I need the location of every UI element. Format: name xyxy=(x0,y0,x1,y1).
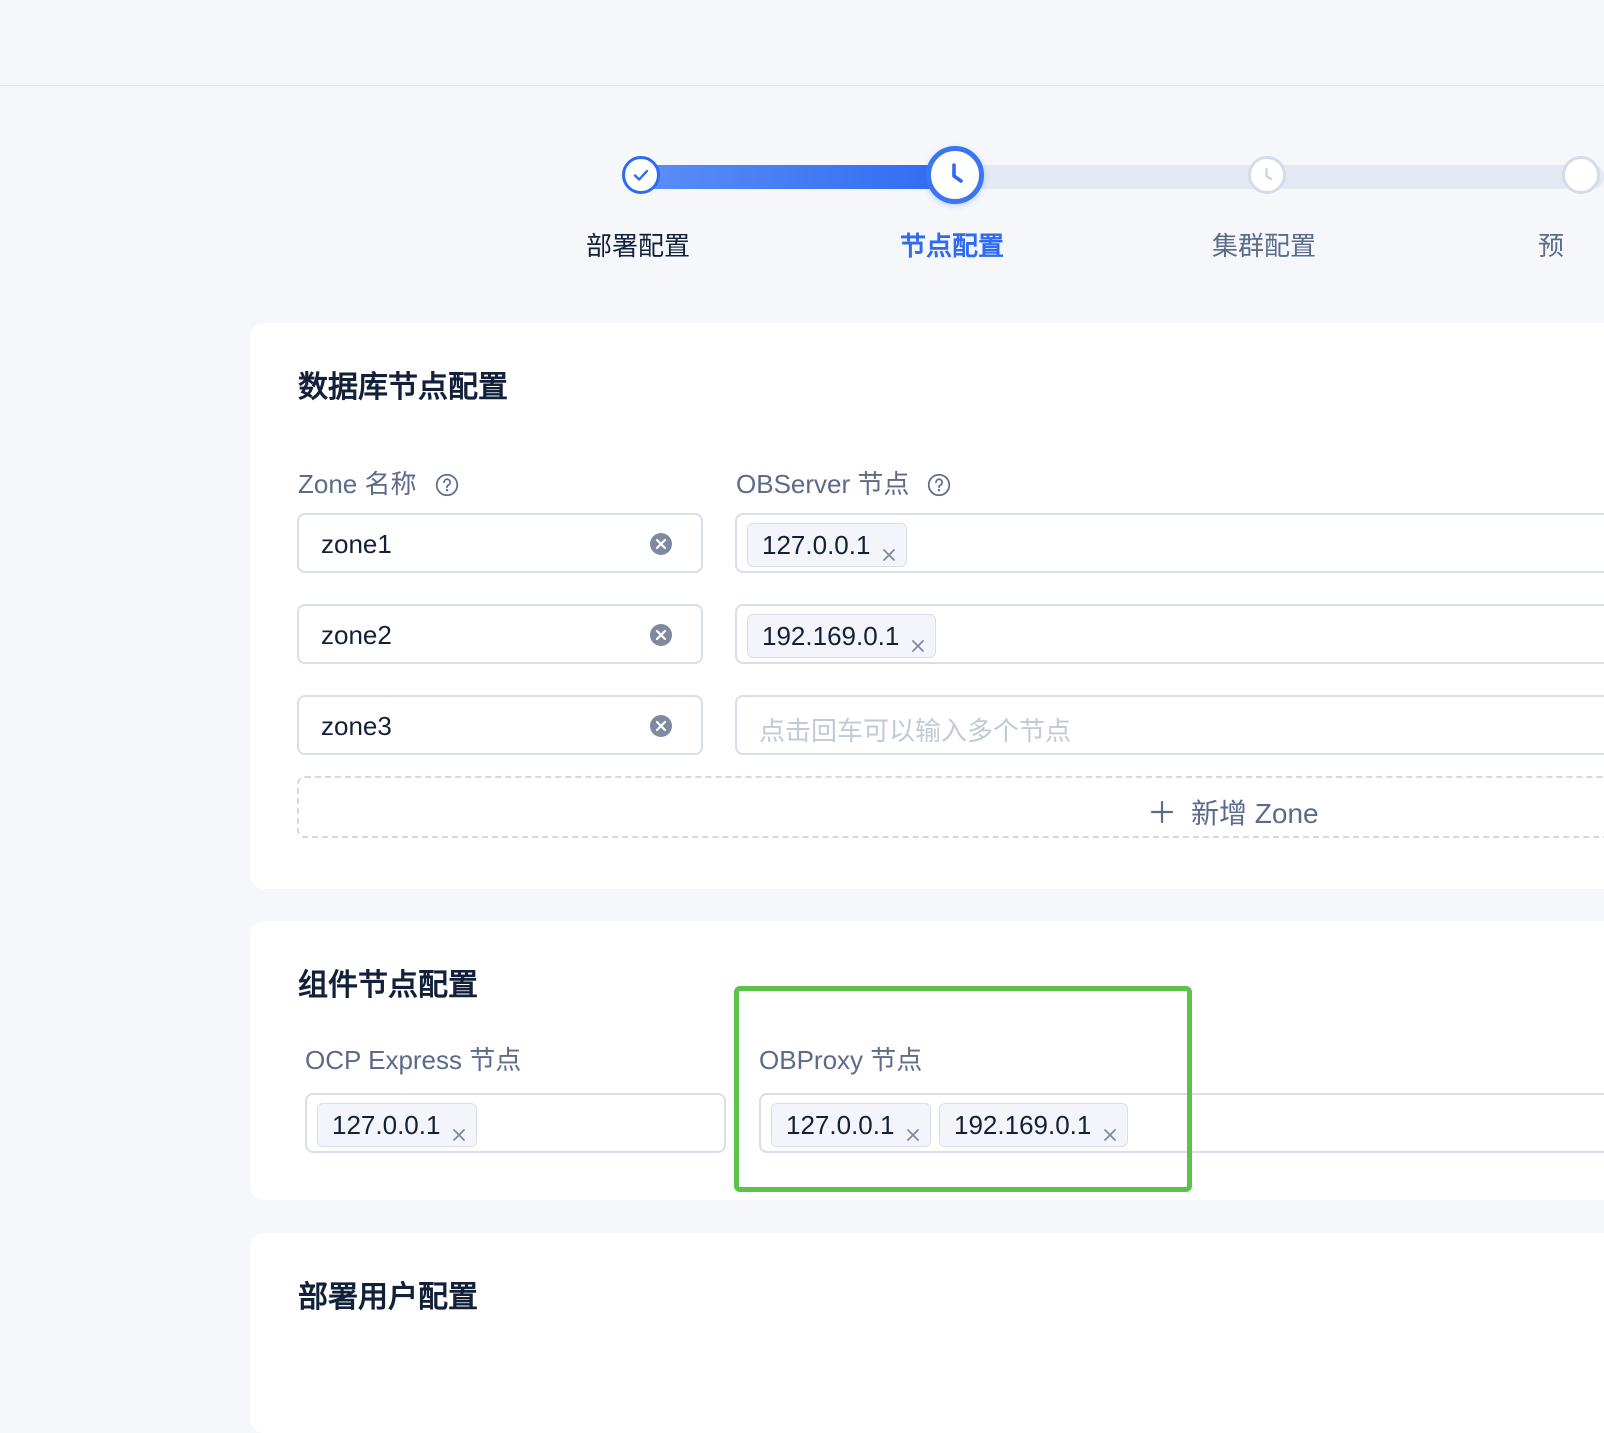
zone-name-label-text: Zone 名称 xyxy=(298,469,417,499)
node-select-placeholder: 点击回车可以输入多个节点 xyxy=(759,716,1072,746)
db-node-config-title: 数据库节点配置 xyxy=(298,371,508,404)
node-tag: 192.169.0.1 xyxy=(747,614,937,658)
node-tag-label: 192.169.0.1 xyxy=(762,620,900,651)
observer-node-label-text: OBServer 节点 xyxy=(736,469,910,499)
zone-name-input[interactable]: zone1 xyxy=(297,513,703,573)
step-2-clock-icon[interactable] xyxy=(926,146,984,204)
step-3-label: 集群配置 xyxy=(1212,231,1317,261)
ocp-express-node-select[interactable]: 127.0.0.1 xyxy=(305,1093,726,1153)
clear-icon[interactable] xyxy=(649,714,673,738)
ocp-express-node-label: OCP Express 节点 xyxy=(305,1045,522,1075)
plus-icon xyxy=(1150,800,1174,824)
step-2-label: 节点配置 xyxy=(900,231,1005,261)
node-tag-label: 127.0.0.1 xyxy=(332,1109,441,1140)
observer-node-select[interactable]: 127.0.0.1 xyxy=(735,513,1604,573)
deploy-user-config-card xyxy=(250,1233,1604,1433)
add-zone-button[interactable]: 新增 Zone xyxy=(297,776,1604,838)
clear-icon[interactable] xyxy=(649,532,673,556)
top-bar xyxy=(0,0,1604,86)
zone-name-input[interactable]: zone2 xyxy=(297,604,703,664)
zone-name-value: zone1 xyxy=(321,529,392,559)
step-4-clock-icon[interactable] xyxy=(1562,156,1600,194)
help-icon[interactable] xyxy=(435,471,459,496)
add-zone-label: 新增 Zone xyxy=(1191,798,1319,829)
node-tag: 127.0.0.1 xyxy=(747,523,908,567)
add-zone-content: 新增 Zone xyxy=(1149,792,1319,832)
close-icon[interactable] xyxy=(452,1118,466,1141)
node-tag: 127.0.0.1 xyxy=(317,1103,478,1147)
observer-node-select[interactable]: 点击回车可以输入多个节点 xyxy=(735,695,1604,755)
component-node-config-title: 组件节点配置 xyxy=(298,969,478,1002)
step-1-check-icon[interactable] xyxy=(622,156,660,194)
step-3-clock-icon[interactable] xyxy=(1248,156,1286,194)
zone-name-label: Zone 名称 xyxy=(298,464,459,501)
zone-name-input[interactable]: zone3 xyxy=(297,695,703,755)
observer-node-select[interactable]: 192.169.0.1 xyxy=(735,604,1604,664)
clear-icon[interactable] xyxy=(649,623,673,647)
step-4-label: 预 xyxy=(1538,231,1565,261)
close-icon[interactable] xyxy=(882,538,896,561)
zone-name-value: zone3 xyxy=(321,711,392,741)
node-tag-label: 127.0.0.1 xyxy=(762,529,871,560)
close-icon[interactable] xyxy=(911,629,925,652)
steps-track-progress xyxy=(640,165,956,189)
help-icon[interactable] xyxy=(927,471,951,496)
step-1-label: 部署配置 xyxy=(586,231,691,261)
deploy-user-config-title: 部署用户配置 xyxy=(298,1281,478,1314)
observer-node-label: OBServer 节点 xyxy=(736,464,951,501)
highlight-box xyxy=(734,986,1192,1192)
zone-name-value: zone2 xyxy=(321,620,392,650)
